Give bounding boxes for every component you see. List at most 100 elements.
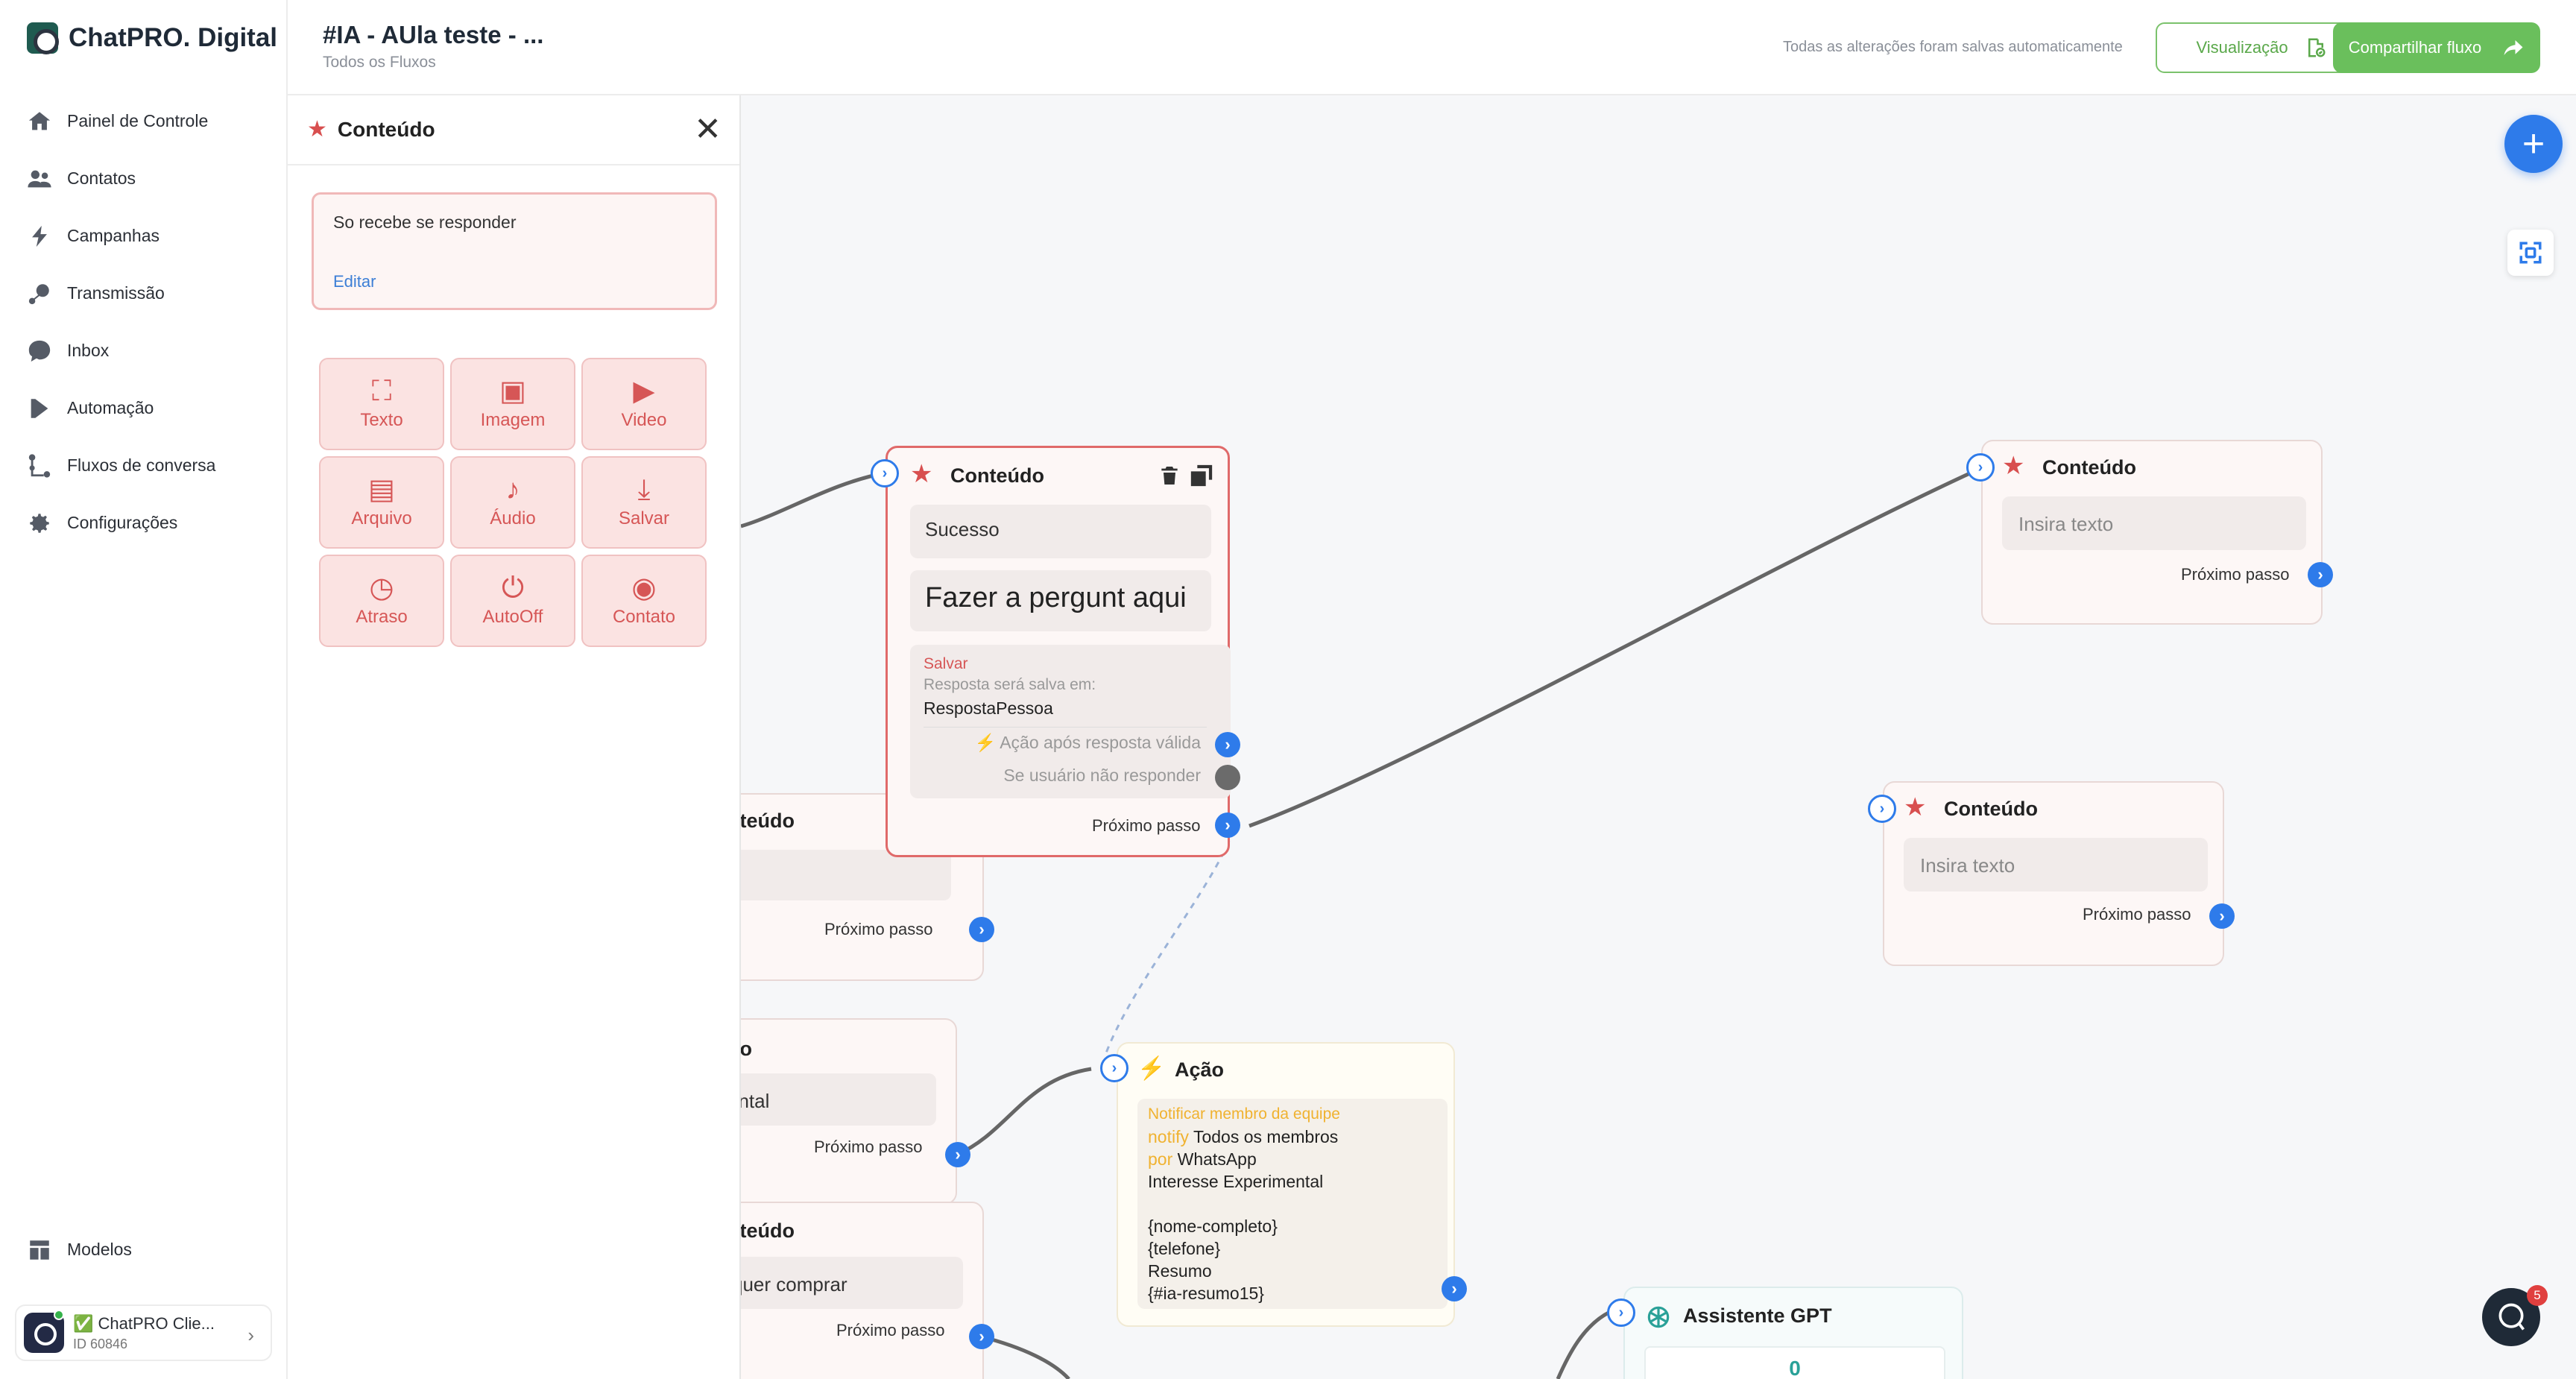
action-node[interactable]: ⚡ Ação Notificar membro da equipe notify… <box>1117 1042 1455 1327</box>
node-title: Assistente GPT <box>1683 1304 1832 1327</box>
tile-audio[interactable]: ♪ Áudio <box>450 456 575 549</box>
tile-label: Atraso <box>356 607 408 627</box>
share-flow-button[interactable]: Compartilhar fluxo <box>2333 22 2540 73</box>
tile-image[interactable]: ▣ Imagem <box>450 358 575 450</box>
node-text-block[interactable] <box>741 850 951 900</box>
nav-item-campaigns[interactable]: Campanhas <box>27 207 215 265</box>
save-response-block[interactable]: Salvar Resposta será salva em: RespostaP… <box>910 645 1231 798</box>
next-step-label: Próximo passo <box>824 920 933 938</box>
content-panel: ★ Conteúdo ✕ So recebe se responder Edit… <box>288 95 741 1379</box>
gpt-node[interactable]: Assistente GPT 0 <box>1623 1287 1963 1379</box>
action-details[interactable]: Notificar membro da equipe notify Todos … <box>1137 1099 1448 1309</box>
chevron-right-icon: › <box>247 1324 254 1346</box>
next-step-port[interactable]: › <box>945 1142 970 1167</box>
valid-action-port[interactable]: › <box>1215 732 1240 757</box>
node-question-block[interactable]: Fazer a pergunt aqui <box>910 570 1211 631</box>
content-node-selected[interactable]: ★ Conteúdo Sucesso Fazer a pergunt aqui … <box>886 446 1231 857</box>
node-text-block[interactable]: ental <box>741 1073 936 1126</box>
gpt-counter: 0 <box>1644 1346 1945 1379</box>
share-label: Compartilhar fluxo <box>2348 38 2482 57</box>
nav-item-automation[interactable]: Automação <box>27 379 215 437</box>
tile-label: Imagem <box>480 410 546 430</box>
close-icon[interactable]: ✕ <box>694 113 722 146</box>
next-step-label: Próximo passo <box>1092 816 1201 835</box>
gear-icon <box>30 513 49 533</box>
templates-icon <box>30 1240 49 1260</box>
tile-delay[interactable]: ◷ Atraso <box>319 555 444 647</box>
tile-file[interactable]: ▤ Arquivo <box>319 456 444 549</box>
nav-label: Painel de Controle <box>67 111 209 130</box>
breadcrumb[interactable]: Todos os Fluxos <box>323 54 436 72</box>
file-icon: ▤ <box>368 474 395 505</box>
message-line: Interesse Experimental <box>1148 1172 1324 1191</box>
flow-title[interactable]: #IA - AUla teste - ... <box>323 21 543 49</box>
input-port[interactable]: › <box>1966 453 1995 482</box>
nav-label: Modelos <box>67 1240 132 1259</box>
node-title: do <box>741 1038 752 1060</box>
input-port[interactable]: › <box>1607 1298 1635 1327</box>
message-card[interactable]: So recebe se responder Editar <box>312 192 717 310</box>
panel-header: ★ Conteúdo <box>288 95 739 165</box>
bolt-icon: ⚡ <box>1137 1056 1166 1081</box>
content-node[interactable]: ★ Conteúdo Insira texto Próximo passo <box>1883 781 2224 966</box>
valid-action-label: Ação após resposta válida <box>1000 733 1201 752</box>
next-step-label: Próximo passo <box>814 1137 923 1156</box>
tile-video[interactable]: ▶ Video <box>581 358 707 450</box>
node-text-block[interactable]: quer comprar <box>741 1257 963 1309</box>
no-reply-port[interactable] <box>1215 765 1240 790</box>
save-description: Resposta será salva em: <box>924 676 1096 693</box>
top-header: #IA - AUla teste - ... Todos os Fluxos T… <box>288 0 2576 95</box>
nav-item-broadcast[interactable]: Transmissão <box>27 265 215 322</box>
save-label: Salvar <box>924 655 968 672</box>
tile-autooff[interactable]: ⏻ AutoOff <box>450 555 575 647</box>
save-icon: ⤓ <box>637 474 651 505</box>
next-step-port[interactable]: › <box>969 1324 994 1349</box>
node-text-block[interactable]: Sucesso <box>910 505 1211 558</box>
nav-item-settings[interactable]: Configurações <box>27 494 215 552</box>
edit-link[interactable]: Editar <box>333 272 376 291</box>
next-step-port[interactable]: › <box>1215 812 1240 838</box>
fit-view-button[interactable] <box>2507 230 2554 276</box>
nav-item-inbox[interactable]: Inbox <box>27 322 215 379</box>
flow-canvas[interactable]: nteúdo Próximo passo › do ental Próximo … <box>741 95 2576 1379</box>
node-text-input[interactable]: Insira texto <box>2002 496 2306 550</box>
brand[interactable]: ChatPRO. Digital <box>27 22 277 54</box>
tile-label: Áudio <box>490 508 536 528</box>
input-port[interactable]: › <box>1868 795 1896 823</box>
content-node-partial[interactable]: nteúdo quer comprar Próximo passo <box>741 1202 984 1379</box>
nav-item-templates[interactable]: Modelos <box>27 1221 132 1278</box>
no-reply-label: Se usuário não responder <box>1003 766 1201 785</box>
by-row: por WhatsApp <box>1148 1148 1437 1170</box>
gpt-counter-value: 0 <box>1789 1357 1801 1379</box>
nav-item-contacts[interactable]: Contatos <box>27 150 215 207</box>
input-port[interactable]: › <box>1100 1054 1128 1082</box>
star-icon: ★ <box>1904 793 1927 821</box>
main-nav: Painel de Controle Contatos Campanhas Tr… <box>27 92 215 552</box>
nav-item-flows[interactable]: Fluxos de conversa <box>27 437 215 494</box>
account-switcher[interactable]: ✅ ChatPRO Clie... ID 60846 › <box>15 1304 272 1361</box>
trash-icon[interactable] <box>1158 463 1181 488</box>
tile-text[interactable]: ⛶ Texto <box>319 358 444 450</box>
chat-icon <box>28 340 51 362</box>
delay-icon: ◷ <box>369 572 394 604</box>
tile-label: Video <box>621 410 667 430</box>
node-text-input[interactable]: Insira texto <box>1904 838 2208 892</box>
tile-contact[interactable]: ◉ Contato <box>581 555 707 647</box>
add-node-button[interactable]: + <box>2504 115 2563 173</box>
next-step-label: Próximo passo <box>2083 905 2191 924</box>
duplicate-icon[interactable] <box>1189 463 1214 488</box>
next-step-port[interactable]: › <box>2209 903 2235 929</box>
next-step-port[interactable]: › <box>969 917 994 942</box>
content-node[interactable]: ★ Conteúdo Insira texto Próximo passo <box>1981 440 2323 625</box>
avatar <box>24 1310 64 1353</box>
nav-item-dashboard[interactable]: Painel de Controle <box>27 92 215 150</box>
content-node-partial[interactable]: do ental Próximo passo <box>741 1018 957 1205</box>
tile-save[interactable]: ⤓ Salvar <box>581 456 707 549</box>
nav-label: Transmissão <box>67 283 165 303</box>
input-port[interactable]: › <box>871 459 899 487</box>
nav-label: Configurações <box>67 513 178 532</box>
next-step-port[interactable]: › <box>1442 1276 1467 1301</box>
bottom-nav: Modelos <box>27 1221 132 1278</box>
next-step-port[interactable]: › <box>2308 562 2333 587</box>
